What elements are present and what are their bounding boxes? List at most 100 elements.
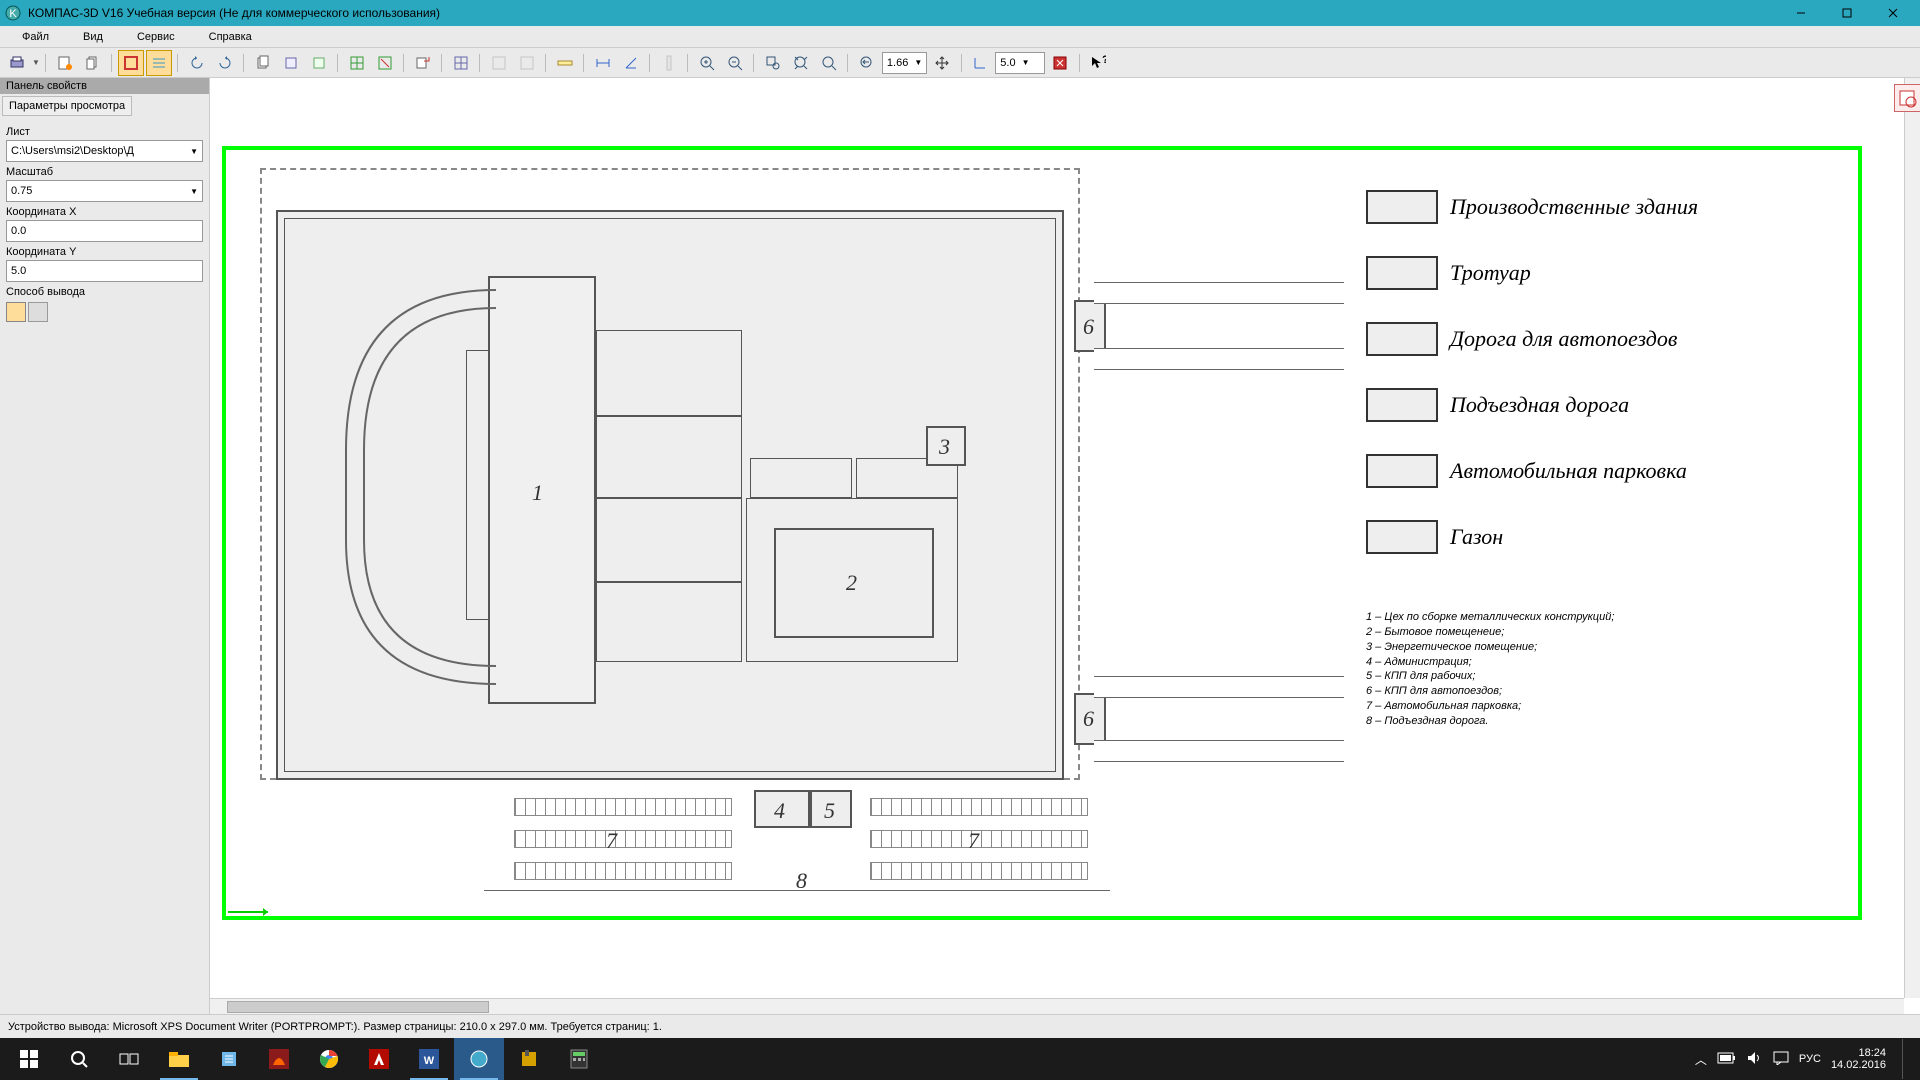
zoom-window-icon[interactable] [760, 50, 786, 76]
menu-help[interactable]: Справка [193, 29, 268, 45]
taskbar-notepad[interactable] [204, 1038, 254, 1080]
properties-header: Панель свойств [0, 78, 209, 94]
toolbar: ▼ 1.66▼ 5.0▼ ? [0, 48, 1920, 78]
taskbar-calc[interactable] [554, 1038, 604, 1080]
zoom-combo[interactable]: 1.66▼ [882, 52, 927, 74]
copy-doc-icon[interactable] [278, 50, 304, 76]
ruler-h-icon[interactable] [552, 50, 578, 76]
export-icon[interactable] [410, 50, 436, 76]
minimize-button[interactable] [1778, 0, 1824, 26]
marker-7a: 7 [606, 828, 617, 854]
pages-icon[interactable] [80, 50, 106, 76]
taskbar-kompas[interactable] [454, 1038, 504, 1080]
zoom-fit-icon[interactable] [788, 50, 814, 76]
marker-5: 5 [824, 798, 835, 824]
tray-chevron-icon[interactable]: ︿ [1695, 1051, 1707, 1068]
title-text: КОМПАС-3D V16 Учебная версия (Не для ком… [28, 6, 1778, 20]
taskbar-word[interactable]: W [404, 1038, 454, 1080]
menubar: Файл Вид Сервис Справка [0, 26, 1920, 48]
legend-item-6: Газон [1366, 520, 1503, 554]
tray-notifications-icon[interactable] [1773, 1051, 1789, 1068]
taskbar-foxit[interactable] [254, 1038, 304, 1080]
zoom-out-icon[interactable] [722, 50, 748, 76]
sheet-combo[interactable]: C:\Users\msi2\Desktop\Д▼ [6, 140, 203, 162]
output-mode-1[interactable] [6, 302, 26, 322]
zoom-in-icon[interactable] [694, 50, 720, 76]
tray-clock[interactable]: 18:24 14.02.2016 [1831, 1047, 1892, 1071]
menu-service[interactable]: Сервис [121, 29, 191, 45]
legend-list: 1 – Цех по сборке металлических конструк… [1366, 610, 1614, 729]
scale-combo[interactable]: 0.75▼ [6, 180, 203, 202]
properties-tab[interactable]: Параметры просмотра [2, 96, 132, 116]
taskbar: W ︿ РУС 18:24 14.02.2016 [0, 1038, 1920, 1080]
coord-x-label: Координата X [6, 206, 203, 218]
prop-sheet-icon[interactable] [52, 50, 78, 76]
tray-lang[interactable]: РУС [1799, 1053, 1821, 1065]
rotate-l-icon[interactable] [184, 50, 210, 76]
sheet-label: Лист [6, 126, 203, 138]
coord-combo[interactable]: 5.0▼ [995, 52, 1045, 74]
svg-text:W: W [424, 1055, 435, 1067]
paste-doc-icon[interactable] [306, 50, 332, 76]
taskbar-adobe[interactable] [354, 1038, 404, 1080]
preview-button[interactable] [1894, 84, 1920, 112]
titlebar: K КОМПАС-3D V16 Учебная версия (Не для к… [0, 0, 1920, 26]
marker-6a: 6 [1083, 314, 1094, 340]
taskbar-app1[interactable] [504, 1038, 554, 1080]
refresh-icon[interactable] [1047, 50, 1073, 76]
legend-item-2: Тротуар [1366, 256, 1531, 290]
tray-show-desktop[interactable] [1902, 1039, 1908, 1079]
zoom-prev-icon[interactable] [854, 50, 880, 76]
doc-stack-icon[interactable] [250, 50, 276, 76]
scrollbar-horizontal[interactable] [210, 998, 1904, 1014]
output-label: Способ вывода [6, 286, 203, 298]
maximize-button[interactable] [1824, 0, 1870, 26]
table3-icon[interactable] [514, 50, 540, 76]
app-icon: K [4, 4, 22, 22]
table1-icon[interactable] [448, 50, 474, 76]
coord-x-input[interactable]: 0.0 [6, 220, 203, 242]
legend-item-5: Автомобильная парковка [1366, 454, 1687, 488]
statusbar: Устройство вывода: Microsoft XPS Documen… [0, 1014, 1920, 1038]
taskbar-chrome[interactable] [304, 1038, 354, 1080]
menu-view[interactable]: Вид [67, 29, 119, 45]
legend-item-3: Дорога для автопоездов [1366, 322, 1677, 356]
scrollbar-vertical[interactable] [1904, 78, 1920, 998]
taskbar-explorer[interactable] [154, 1038, 204, 1080]
marker-1: 1 [532, 480, 543, 506]
coord-icon[interactable] [967, 50, 993, 76]
tray-volume-icon[interactable] [1747, 1051, 1763, 1068]
toggle-b-icon[interactable] [146, 50, 172, 76]
taskview-icon[interactable] [104, 1038, 154, 1080]
ruler-v-icon[interactable] [656, 50, 682, 76]
marker-3: 3 [939, 434, 950, 460]
angle-icon[interactable] [618, 50, 644, 76]
marker-7b: 7 [968, 828, 979, 854]
marker-4: 4 [774, 798, 785, 824]
canvas[interactable]: 1 2 3 4 5 6 6 7 7 8 Производственные зда… [210, 78, 1920, 1014]
pan-icon[interactable] [929, 50, 955, 76]
zoom-sheet-icon[interactable] [816, 50, 842, 76]
dim-icon[interactable] [590, 50, 616, 76]
start-button[interactable] [4, 1038, 54, 1080]
marker-6b: 6 [1083, 706, 1094, 732]
table2-icon[interactable] [486, 50, 512, 76]
rotate-r-icon[interactable] [212, 50, 238, 76]
print-icon[interactable] [4, 50, 30, 76]
marker-8: 8 [796, 868, 807, 894]
coord-y-input[interactable]: 5.0 [6, 260, 203, 282]
main-area: Панель свойств Параметры просмотра Лист … [0, 78, 1920, 1014]
search-icon[interactable] [54, 1038, 104, 1080]
toggle-a-icon[interactable] [118, 50, 144, 76]
menu-file[interactable]: Файл [6, 29, 65, 45]
grid-del-icon[interactable] [372, 50, 398, 76]
marker-2: 2 [846, 570, 857, 596]
properties-panel: Панель свойств Параметры просмотра Лист … [0, 78, 210, 1014]
close-button[interactable] [1870, 0, 1916, 26]
tray-battery-icon[interactable] [1717, 1052, 1737, 1067]
svg-text:K: K [9, 8, 17, 20]
output-mode-2[interactable] [28, 302, 48, 322]
whats-this-icon[interactable]: ? [1085, 50, 1111, 76]
grid-add-icon[interactable] [344, 50, 370, 76]
status-text: Устройство вывода: Microsoft XPS Documen… [8, 1021, 662, 1033]
